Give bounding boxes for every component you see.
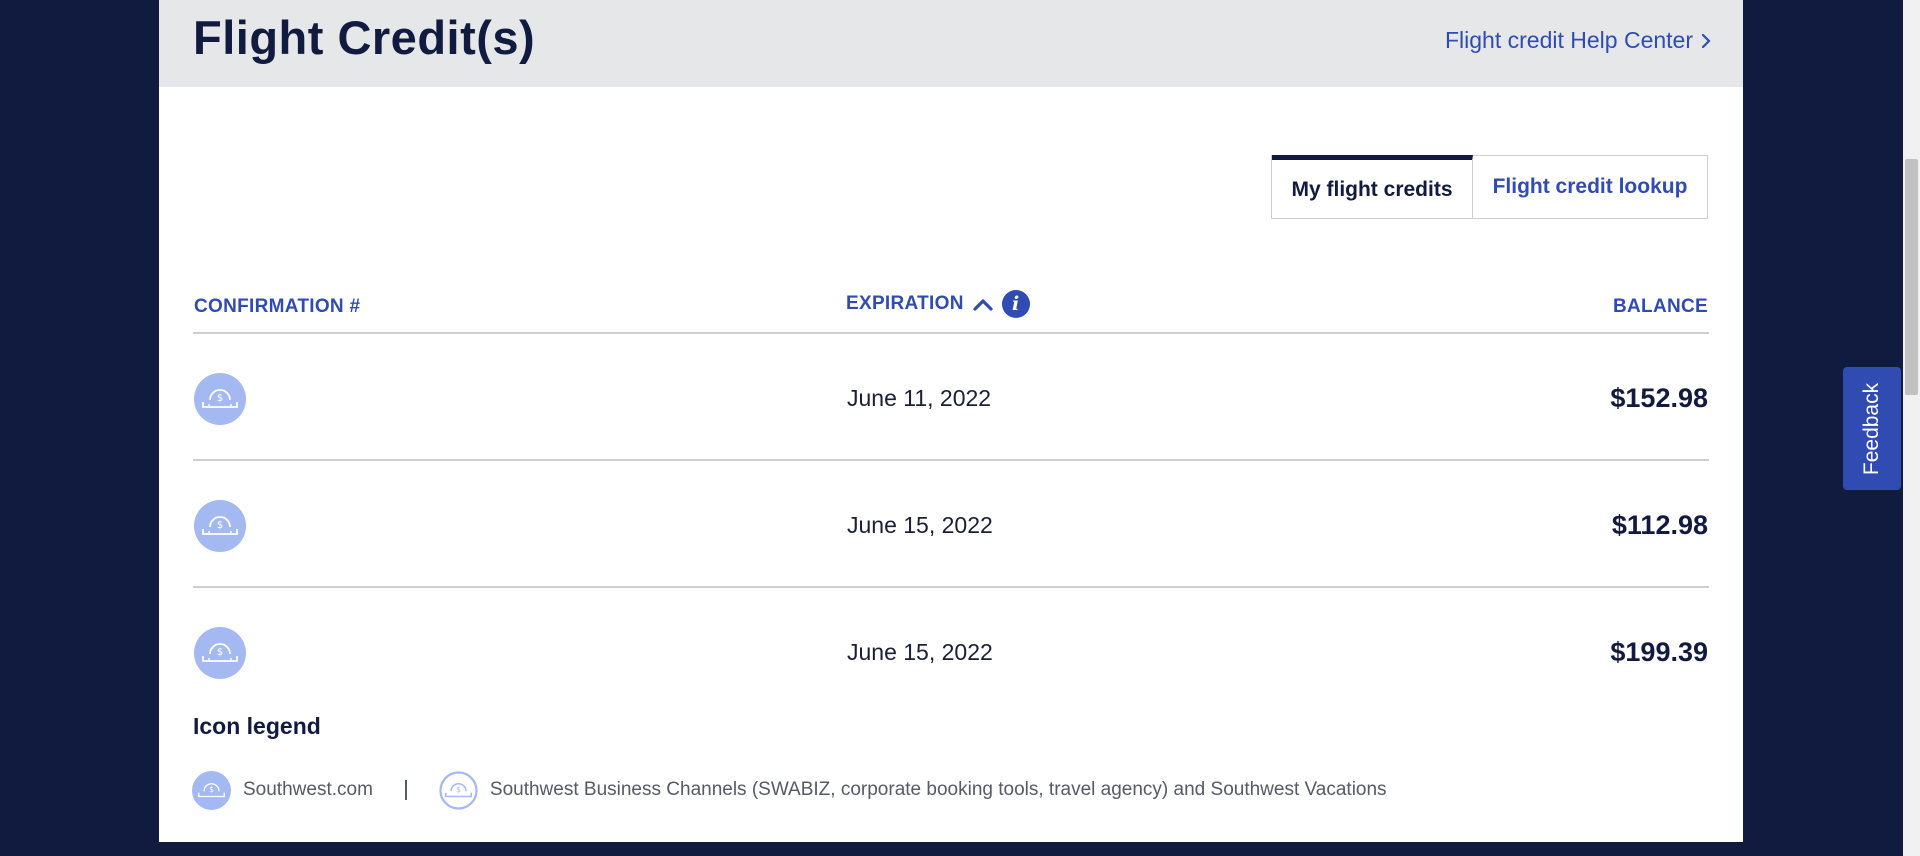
credit-tabs: My flight credits Flight credit lookup [1271,155,1708,219]
page-header: Flight Credit(s) Flight credit Help Cent… [159,0,1743,87]
table-row: $ June 11, 2022 $152.98 [193,334,1709,461]
table-row: $ June 15, 2022 $112.98 [193,461,1709,588]
sort-ascending-icon[interactable] [972,296,994,312]
southwest-com-credit-icon: $ [192,770,231,810]
business-channels-credit-icon: $ [439,770,478,810]
svg-text:$: $ [217,520,223,531]
page-scrollbar[interactable] [1903,0,1920,856]
icon-legend-title: Icon legend [193,713,321,739]
svg-text:$: $ [456,785,461,794]
southwest-com-credit-icon: $ [194,500,246,552]
tab-my-flight-credits[interactable]: My flight credits [1272,155,1473,219]
feedback-label: Feedback [1860,382,1884,475]
column-header-balance[interactable]: BALANCE [1613,296,1708,318]
page-title: Flight Credit(s) [193,11,536,64]
southwest-com-credit-icon: $ [194,373,246,425]
legend-label-business-channels: Southwest Business Channels (SWABIZ, cor… [489,779,1387,800]
flight-credits-panel: Flight Credit(s) Flight credit Help Cent… [159,0,1743,842]
feedback-button[interactable]: Feedback [1843,367,1901,490]
column-header-confirmation[interactable]: CONFIRMATION # [194,296,360,318]
balance-amount: $152.98 [1610,383,1708,413]
credits-table-header: CONFIRMATION # EXPIRATION i BALANCE [193,288,1709,334]
expiration-date: June 11, 2022 [847,385,992,411]
balance-amount: $112.98 [1611,510,1708,540]
help-center-link[interactable]: Flight credit Help Center [1445,27,1713,54]
legend-label-southwest-com: Southwest.com [243,779,373,800]
help-center-link-label: Flight credit Help Center [1445,27,1693,53]
column-header-expiration[interactable]: EXPIRATION i [846,290,1030,318]
tab-flight-credit-lookup[interactable]: Flight credit lookup [1473,156,1707,218]
info-icon[interactable]: i [1001,290,1030,318]
icon-legend: $ Southwest.com $ Southwest Business Cha… [192,770,1387,810]
expiration-date: June 15, 2022 [847,512,993,538]
svg-text:$: $ [209,785,214,794]
svg-text:$: $ [217,393,223,404]
scrollbar-thumb[interactable] [1905,159,1918,395]
balance-amount: $199.39 [1610,637,1708,667]
chevron-right-icon [1701,33,1711,48]
legend-divider [404,780,407,800]
southwest-com-credit-icon: $ [194,627,246,679]
svg-text:$: $ [217,647,223,658]
expiration-date: June 15, 2022 [847,639,993,665]
column-header-expiration-label: EXPIRATION [846,293,964,314]
table-row: $ June 15, 2022 $199.39 [193,588,1709,715]
